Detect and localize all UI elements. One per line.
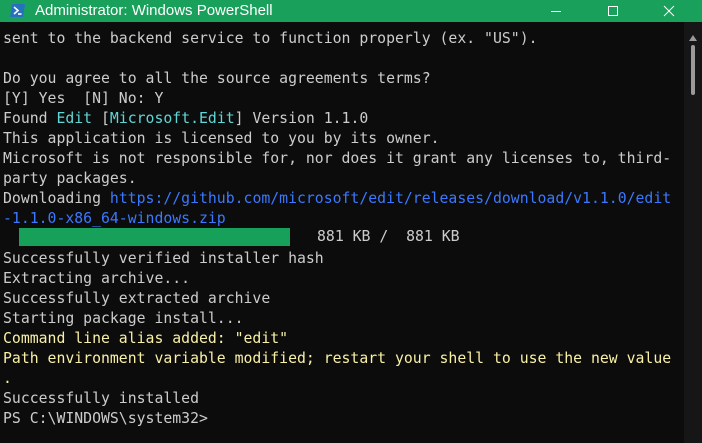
- download-progress-bar: [19, 228, 290, 246]
- output-line-path-warning: Path environment variable modified; rest…: [3, 350, 672, 367]
- powershell-window: Administrator: Windows PowerShell sent t…: [0, 0, 702, 443]
- output-line-alias: Command line alias added: "edit": [3, 330, 289, 347]
- output-line: Do you agree to all the source agreement…: [3, 70, 431, 87]
- output-line: Starting package install...: [3, 310, 244, 327]
- output-line: Microsoft is not responsible for, nor do…: [3, 150, 672, 167]
- package-id: Microsoft.Edit: [109, 110, 235, 127]
- found-version: ] Version 1.1.0: [234, 110, 369, 127]
- output-line-found: Found Edit [Microsoft.Edit] Version 1.1.…: [3, 109, 368, 129]
- download-url[interactable]: https://github.com/microsoft/edit/releas…: [110, 190, 671, 207]
- output-line-downloading: Downloading https://github.com/microsoft…: [3, 189, 671, 209]
- output-line: party packages.: [3, 170, 137, 187]
- scrollbar-thumb[interactable]: [691, 45, 695, 95]
- maximize-button[interactable]: [590, 0, 636, 22]
- scroll-up-arrow-icon[interactable]: [689, 28, 697, 46]
- minimize-icon: [551, 11, 561, 12]
- download-progress-fill: [19, 228, 290, 246]
- output-line-path-warning-cont: .: [3, 370, 12, 387]
- found-bracket-open: [: [92, 110, 110, 127]
- close-icon: [663, 5, 675, 17]
- minimize-button[interactable]: [533, 0, 579, 22]
- powershell-icon: [10, 3, 25, 18]
- window-title: Administrator: Windows PowerShell: [35, 2, 273, 19]
- vertical-scrollbar[interactable]: [684, 22, 702, 443]
- download-progress-text: 881 KB / 881 KB: [317, 228, 460, 245]
- title-bar[interactable]: Administrator: Windows PowerShell: [0, 0, 702, 22]
- output-line: Successfully installed: [3, 390, 199, 407]
- package-name: Edit: [56, 110, 93, 127]
- output-line: Extracting archive...: [3, 270, 191, 287]
- shell-prompt[interactable]: PS C:\WINDOWS\system32>: [3, 409, 208, 429]
- output-line: Successfully verified installer hash: [3, 250, 324, 267]
- found-prefix: Found: [3, 110, 57, 127]
- downloading-prefix: Downloading: [3, 190, 110, 207]
- terminal-output[interactable]: sent to the backend service to function …: [0, 22, 684, 443]
- output-line: [Y] Yes [N] No: Y: [3, 90, 164, 107]
- download-url-continued[interactable]: -1.1.0-x86_64-windows.zip: [3, 209, 226, 229]
- output-line: This application is licensed to you by i…: [3, 130, 440, 147]
- output-line: Successfully extracted archive: [3, 290, 271, 307]
- close-button[interactable]: [646, 0, 692, 22]
- output-line: sent to the backend service to function …: [3, 30, 538, 47]
- maximize-icon: [608, 6, 618, 16]
